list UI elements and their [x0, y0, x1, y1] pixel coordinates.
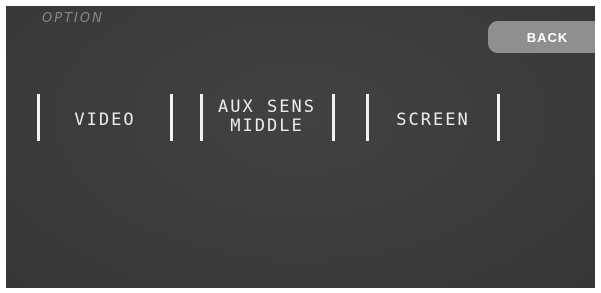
menu-divider: [170, 94, 173, 141]
option-screen: OPTION BACK VIDEO AUX SENS MIDDLE SCREEN: [6, 6, 595, 288]
menu-divider: [497, 94, 500, 141]
menu-divider: [366, 94, 369, 141]
menu-item-screen[interactable]: SCREEN: [370, 111, 496, 130]
menu-item-label-line-2: MIDDLE: [230, 116, 304, 136]
menu-item-video[interactable]: VIDEO: [42, 111, 168, 130]
menu-divider: [332, 94, 335, 141]
menu-divider: [200, 94, 203, 141]
page-title: OPTION: [42, 11, 104, 26]
menu-divider: [37, 94, 40, 141]
menu-item-aux-sens-middle[interactable]: AUX SENS MIDDLE: [204, 98, 330, 136]
menu-item-label: VIDEO: [74, 110, 136, 130]
back-button[interactable]: BACK: [488, 21, 595, 53]
menu-item-label: SCREEN: [396, 110, 470, 130]
menu-item-label-line-1: AUX SENS: [218, 97, 316, 117]
